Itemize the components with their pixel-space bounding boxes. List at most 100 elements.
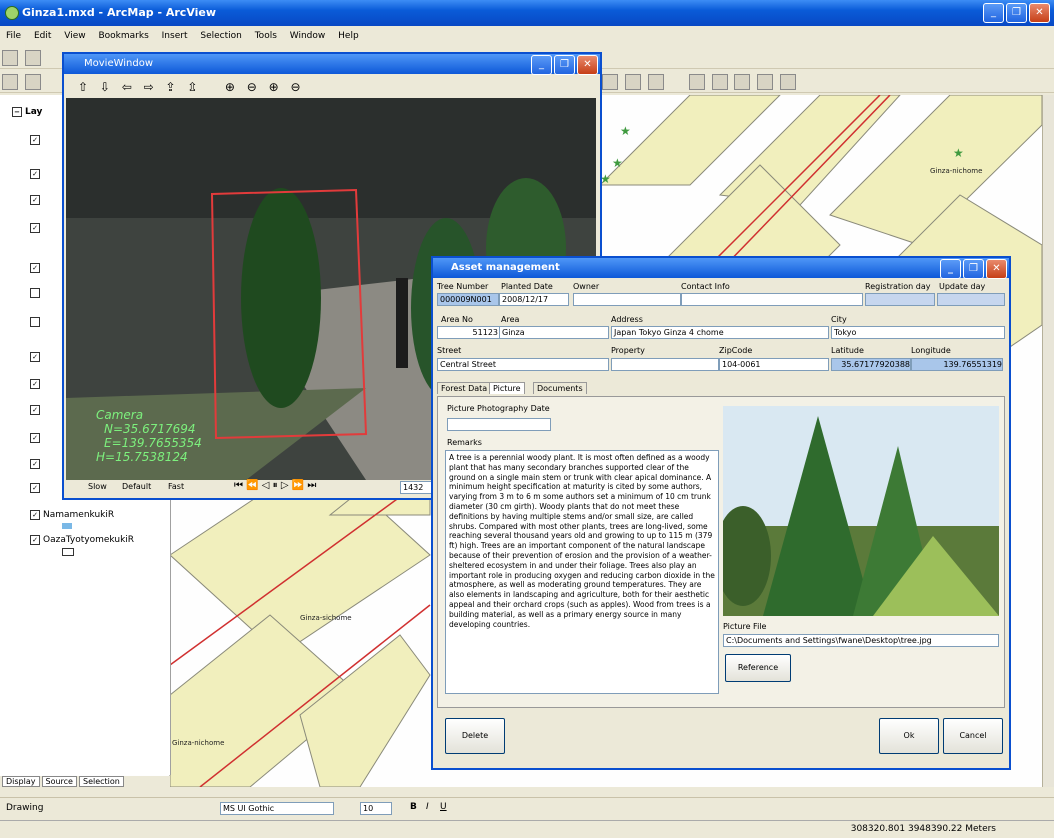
layer-checkbox[interactable]: ✓ <box>30 263 43 273</box>
tool-icon[interactable] <box>602 74 618 90</box>
open-icon[interactable] <box>24 50 41 66</box>
asset-close-button[interactable]: ✕ <box>986 259 1007 279</box>
area-field[interactable]: Ginza <box>499 326 609 339</box>
toc-root[interactable]: − Lay <box>12 107 42 117</box>
latitude-label: Latitude <box>831 346 864 355</box>
update-day-field[interactable] <box>937 293 1005 306</box>
drawing-menu[interactable]: Drawing <box>6 803 43 813</box>
layer-checkbox[interactable]: ✓ <box>30 433 43 443</box>
city-field[interactable]: Tokyo <box>831 326 1005 339</box>
tab-source[interactable]: Source <box>41 776 77 787</box>
close-button[interactable]: ✕ <box>1029 3 1050 23</box>
longitude-field[interactable]: 139.76551319 <box>911 358 1003 371</box>
tool-icon[interactable] <box>647 74 664 90</box>
reference-button[interactable]: Reference <box>725 654 791 682</box>
font-select[interactable]: MS UI Gothic <box>220 802 334 815</box>
tool-icon[interactable] <box>688 74 705 90</box>
street-field[interactable]: Central Street <box>437 358 609 371</box>
menu-bookmarks[interactable]: Bookmarks <box>98 31 148 41</box>
layer-checkbox[interactable]: ✓ <box>30 352 43 362</box>
zoom-in-icon[interactable] <box>2 74 18 90</box>
speed-slow[interactable]: Slow <box>88 482 107 491</box>
zipcode-label: ZipCode <box>719 346 753 355</box>
map-vertical-scrollbar[interactable] <box>1042 95 1054 787</box>
bold-icon[interactable]: B <box>410 802 417 812</box>
playback-controls[interactable]: ⏮ ⏪ ◁ ⏸ ▷ ⏩ ⏭ <box>234 480 316 491</box>
menu-insert[interactable]: Insert <box>162 31 188 41</box>
layer-checkbox[interactable] <box>30 317 43 330</box>
tab-picture[interactable]: Picture <box>489 382 525 394</box>
tab-forest-data[interactable]: Forest Data <box>437 382 492 394</box>
layer-checkbox[interactable]: ✓ <box>30 379 43 389</box>
movie-close-button[interactable]: ✕ <box>577 55 598 75</box>
layer-checkbox[interactable]: ✓ <box>30 459 43 469</box>
zipcode-field[interactable]: 104-0061 <box>719 358 829 371</box>
street-label: Street <box>437 346 462 355</box>
tool-icon[interactable] <box>780 74 797 90</box>
movie-minimize-button[interactable]: _ <box>531 55 552 75</box>
contact-label: Contact Info <box>681 282 730 291</box>
layer-checkbox[interactable]: ✓ <box>30 223 43 233</box>
new-document-icon[interactable] <box>2 50 18 66</box>
photo-date-field[interactable] <box>447 418 551 431</box>
reg-day-field[interactable] <box>865 293 935 306</box>
speed-fast[interactable]: Fast <box>168 482 184 491</box>
asset-title: Asset management <box>451 262 560 273</box>
asset-minimize-button[interactable]: _ <box>940 259 961 279</box>
contact-field[interactable] <box>681 293 863 306</box>
tool-icon[interactable] <box>711 74 728 90</box>
minimize-button[interactable]: _ <box>983 3 1004 23</box>
underline-icon[interactable]: U <box>440 802 447 812</box>
menu-help[interactable]: Help <box>338 31 359 41</box>
tool-icon[interactable] <box>624 74 641 90</box>
movie-maximize-button[interactable]: ❐ <box>554 55 575 75</box>
tree-number-field[interactable]: 000009N001 <box>437 293 499 306</box>
remarks-label: Remarks <box>447 438 482 447</box>
layer-checkbox[interactable]: ✓ <box>30 405 43 415</box>
tab-display[interactable]: Display <box>2 776 40 787</box>
tab-selection[interactable]: Selection <box>78 776 124 787</box>
owner-label: Owner <box>573 282 600 291</box>
menu-view[interactable]: View <box>64 31 85 41</box>
owner-field[interactable] <box>573 293 681 306</box>
speed-default[interactable]: Default <box>122 482 151 491</box>
tree-photo <box>723 406 999 616</box>
menu-selection[interactable]: Selection <box>200 31 241 41</box>
zoom-out-icon[interactable] <box>24 74 41 90</box>
ok-button[interactable]: Ok <box>879 718 939 754</box>
tab-documents[interactable]: Documents <box>533 382 587 394</box>
reg-day-label: Registration day <box>865 282 931 291</box>
property-label: Property <box>611 346 645 355</box>
font-size-select[interactable]: 10 <box>360 802 392 815</box>
layer-row[interactable]: ✓ OazaTyotyomekukiR <box>30 535 134 545</box>
layer-checkbox[interactable] <box>30 288 43 301</box>
planted-date-label: Planted Date <box>501 282 553 291</box>
latitude-field[interactable]: 35.67177920388 <box>831 358 911 371</box>
address-field[interactable]: Japan Tokyo Ginza 4 chome <box>611 326 829 339</box>
cancel-button[interactable]: Cancel <box>943 718 1003 754</box>
property-field[interactable] <box>611 358 719 371</box>
tool-icon[interactable] <box>734 74 751 90</box>
layer-checkbox[interactable]: ✓ <box>30 195 43 205</box>
picture-file-field[interactable]: C:\Documents and Settings\fwane\Desktop\… <box>723 634 999 647</box>
delete-button[interactable]: Delete <box>445 718 505 754</box>
layer-checkbox[interactable]: ✓ <box>30 135 43 145</box>
maximize-button[interactable]: ❐ <box>1006 3 1027 23</box>
menu-tools[interactable]: Tools <box>255 31 277 41</box>
asset-maximize-button[interactable]: ❐ <box>963 259 984 279</box>
tree-number-label: Tree Number <box>437 282 489 291</box>
italic-icon[interactable]: I <box>426 802 429 812</box>
movie-toolbar[interactable]: ⇧ ⇩ ⇦ ⇨ ⇪ ⇫ ⊕ ⊖ ⊕ ⊖ <box>78 80 305 94</box>
area-no-field[interactable]: 51123 <box>437 326 501 339</box>
layer-checkbox[interactable]: ✓ <box>30 169 43 179</box>
layer-checkbox[interactable]: ✓ <box>30 483 43 493</box>
tool-icon[interactable] <box>757 74 774 90</box>
svg-text:★: ★ <box>620 124 631 138</box>
menu-window[interactable]: Window <box>290 31 326 41</box>
remarks-textarea[interactable]: A tree is a perennial woody plant. It is… <box>445 450 719 694</box>
menu-file[interactable]: File <box>6 31 21 41</box>
planted-date-field[interactable]: 2008/12/17 <box>499 293 569 306</box>
drawing-toolbar: Drawing MS UI Gothic 10 B I U <box>0 797 1054 820</box>
layer-row[interactable]: ✓ NamamenkukiR <box>30 510 114 520</box>
menu-edit[interactable]: Edit <box>34 31 51 41</box>
